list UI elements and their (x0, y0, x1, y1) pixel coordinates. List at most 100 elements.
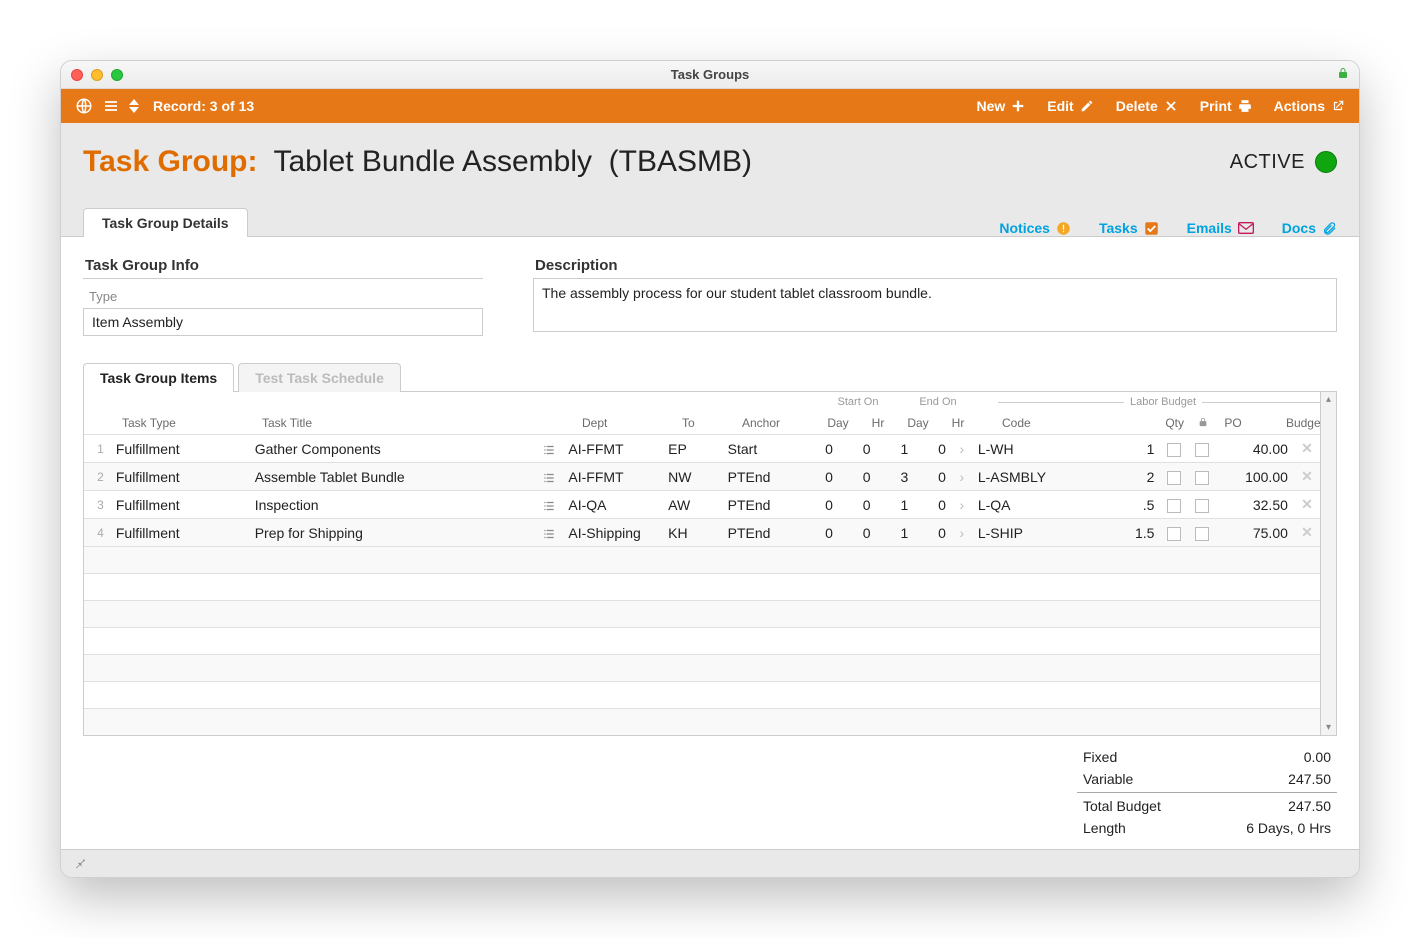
record-navigator[interactable] (129, 98, 139, 114)
col-start-hr: Hr (858, 416, 898, 430)
new-button[interactable]: New (976, 98, 1025, 114)
variable-value: 247.50 (1288, 771, 1331, 787)
row-dept-icon[interactable] (536, 491, 562, 519)
row-dept: AI-Shipping (562, 519, 662, 547)
close-window-button[interactable] (71, 69, 83, 81)
notices-link[interactable]: Notices (999, 220, 1071, 236)
row-dept-icon[interactable] (536, 463, 562, 491)
row-end-hr: 0 (914, 435, 952, 463)
description-field[interactable]: The assembly process for our student tab… (533, 278, 1337, 332)
minimize-window-button[interactable] (91, 69, 103, 81)
tab-test-task-schedule[interactable]: Test Task Schedule (238, 363, 401, 392)
row-lock-checkbox[interactable] (1160, 435, 1188, 463)
table-row[interactable]: 3FulfillmentInspectionAI-QAAWPTEnd0010›L… (84, 491, 1320, 519)
row-expand-icon[interactable]: › (952, 463, 972, 491)
row-index: 3 (84, 491, 110, 519)
tab-task-group-items[interactable]: Task Group Items (83, 363, 234, 392)
row-delete-button[interactable]: ✕ (1294, 435, 1320, 463)
row-task-type: Fulfillment (110, 519, 249, 547)
delete-button[interactable]: Delete (1116, 98, 1178, 114)
table-row[interactable]: 4FulfillmentPrep for ShippingAI-Shipping… (84, 519, 1320, 547)
row-delete-button[interactable]: ✕ (1294, 491, 1320, 519)
row-lock-checkbox[interactable] (1160, 491, 1188, 519)
row-dept: AI-FFMT (562, 463, 662, 491)
scrollbar[interactable]: ▴ ▾ (1320, 392, 1336, 735)
x-icon (1164, 99, 1178, 113)
row-expand-icon[interactable]: › (952, 435, 972, 463)
col-dept: Dept (578, 416, 678, 430)
col-qty: Qty (1138, 416, 1188, 430)
status-label: ACTIVE (1230, 151, 1305, 174)
row-lock-checkbox[interactable] (1160, 519, 1188, 547)
row-po-checkbox[interactable] (1188, 491, 1216, 519)
row-lock-checkbox[interactable] (1160, 463, 1188, 491)
row-qty: 2 (1111, 463, 1161, 491)
status-block: ACTIVE (1230, 151, 1337, 174)
row-budget: 40.00 (1216, 435, 1294, 463)
row-delete-button[interactable]: ✕ (1294, 463, 1320, 491)
col-anchor: Anchor (738, 416, 818, 430)
list-icon (542, 471, 556, 485)
start-on-label: Start On (818, 396, 898, 408)
row-expand-icon[interactable]: › (952, 519, 972, 547)
row-dept-icon[interactable] (536, 519, 562, 547)
actions-button[interactable]: Actions (1274, 98, 1345, 114)
record-prev-icon[interactable] (129, 98, 139, 106)
row-to: KH (662, 519, 722, 547)
list-icon (542, 527, 556, 541)
row-code: L-WH (972, 435, 1111, 463)
record-next-icon[interactable] (129, 106, 139, 114)
row-anchor: PTEnd (722, 519, 802, 547)
tasks-link[interactable]: Tasks (1099, 220, 1159, 236)
table-row[interactable]: 1FulfillmentGather ComponentsAI-FFMTEPSt… (84, 435, 1320, 463)
row-budget: 32.50 (1216, 491, 1294, 519)
emails-link[interactable]: Emails (1187, 220, 1254, 236)
window-title: Task Groups (61, 67, 1359, 82)
row-qty: 1 (1111, 435, 1161, 463)
fixed-value: 0.00 (1304, 749, 1331, 765)
row-end-hr: 0 (914, 519, 952, 547)
row-dept-icon[interactable] (536, 435, 562, 463)
scroll-up-icon[interactable]: ▴ (1321, 394, 1336, 405)
row-index: 1 (84, 435, 110, 463)
list-icon (542, 499, 556, 513)
row-start-hr: 0 (839, 519, 877, 547)
row-anchor: PTEnd (722, 463, 802, 491)
row-end-hr: 0 (914, 463, 952, 491)
row-po-checkbox[interactable] (1188, 463, 1216, 491)
items-table: 1FulfillmentGather ComponentsAI-FFMTEPSt… (84, 434, 1320, 546)
zoom-window-button[interactable] (111, 69, 123, 81)
length-label: Length (1083, 820, 1126, 836)
tab-task-group-details[interactable]: Task Group Details (83, 208, 248, 237)
paperclip-icon (1322, 221, 1337, 236)
menu-icon[interactable] (103, 98, 119, 114)
row-start-day: 0 (801, 435, 839, 463)
docs-link[interactable]: Docs (1282, 220, 1337, 236)
table-header: Task Type Task Title Dept To Anchor Day … (84, 408, 1320, 434)
length-value: 6 Days, 0 Hrs (1246, 820, 1331, 836)
row-end-day: 3 (877, 463, 915, 491)
fixed-label: Fixed (1083, 749, 1117, 765)
col-code: Code (998, 416, 1138, 430)
row-end-day: 1 (877, 435, 915, 463)
scroll-down-icon[interactable]: ▾ (1321, 722, 1336, 733)
alert-icon (1056, 221, 1071, 236)
row-index: 2 (84, 463, 110, 491)
col-task-title: Task Title (258, 416, 548, 430)
table-row[interactable]: 2FulfillmentAssemble Tablet BundleAI-FFM… (84, 463, 1320, 491)
lock-icon (1337, 67, 1349, 82)
globe-icon[interactable] (75, 97, 93, 115)
row-po-checkbox[interactable] (1188, 435, 1216, 463)
budget-summary: Fixed0.00 Variable247.50 Total Budget247… (1077, 746, 1337, 839)
row-expand-icon[interactable]: › (952, 491, 972, 519)
row-po-checkbox[interactable] (1188, 519, 1216, 547)
tab-strip: Task Group Details Notices Tasks Emails … (83, 207, 1337, 236)
app-window: Task Groups Record: 3 of 13 New (60, 60, 1360, 878)
edit-button[interactable]: Edit (1047, 98, 1093, 114)
row-qty: 1.5 (1111, 519, 1161, 547)
printer-icon (1238, 99, 1252, 113)
status-indicator-icon (1315, 151, 1337, 173)
row-delete-button[interactable]: ✕ (1294, 519, 1320, 547)
type-field[interactable]: Item Assembly (83, 308, 483, 336)
print-button[interactable]: Print (1200, 98, 1252, 114)
